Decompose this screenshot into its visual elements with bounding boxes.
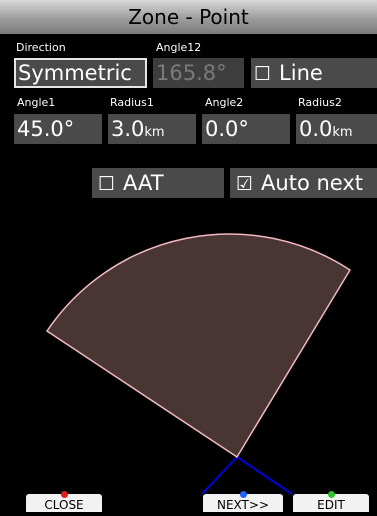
angle2-value: 0.0°: [205, 117, 249, 141]
zone-preview: [45, 233, 352, 494]
next-blue-dot-icon: [240, 491, 247, 498]
aat-checkbox[interactable]: ☐ AAT: [92, 168, 224, 198]
radius2-field[interactable]: 0.0km: [296, 114, 377, 144]
radius2-label: Radius2: [298, 96, 342, 109]
next-button[interactable]: NEXT>>: [203, 491, 283, 512]
angle12-label: Angle12: [156, 41, 202, 54]
angle2-field[interactable]: 0.0°: [202, 114, 290, 144]
angle2-label: Angle2: [205, 96, 244, 109]
line-checkbox[interactable]: ☐ Line: [251, 58, 377, 88]
direction-value: Symmetric: [18, 61, 132, 85]
close-red-dot-icon: [61, 491, 68, 498]
edit-green-dot-icon: [328, 491, 335, 498]
direction-label: Direction: [16, 41, 66, 54]
direction-field[interactable]: Symmetric: [14, 58, 147, 88]
radius1-label: Radius1: [110, 96, 154, 109]
radius1-unit: km: [144, 125, 165, 140]
radius2-value: 0.0: [299, 117, 333, 141]
page-title: Zone - Point: [128, 5, 249, 29]
radius2-unit: km: [332, 125, 353, 140]
angle1-value: 45.0°: [17, 117, 75, 141]
close-button[interactable]: CLOSE: [26, 491, 102, 512]
auto-next-checkbox[interactable]: ☑ Auto next: [230, 168, 377, 198]
angle1-field[interactable]: 45.0°: [14, 114, 102, 144]
radius1-value: 3.0: [111, 117, 145, 141]
angle12-field: 165.8°: [153, 58, 244, 88]
auto-next-label: Auto next: [261, 171, 364, 195]
angle12-value: 165.8°: [156, 61, 227, 85]
aat-label: AAT: [123, 171, 164, 195]
course-line: [201, 455, 293, 494]
edit-button[interactable]: EDIT: [293, 491, 369, 512]
aat-checkbox-icon: ☐: [98, 173, 116, 195]
line-checkbox-icon: ☐: [254, 63, 272, 85]
next-button-label: NEXT>>: [216, 498, 269, 512]
sector-shape: [45, 233, 352, 459]
auto-next-checkbox-icon: ☑: [236, 173, 254, 195]
line-label: Line: [279, 61, 323, 85]
close-button-label: CLOSE: [44, 498, 84, 512]
title-bar: Zone - Point: [0, 0, 377, 34]
angle1-label: Angle1: [17, 96, 56, 109]
radius1-field[interactable]: 3.0km: [108, 114, 196, 144]
edit-button-label: EDIT: [317, 498, 345, 512]
